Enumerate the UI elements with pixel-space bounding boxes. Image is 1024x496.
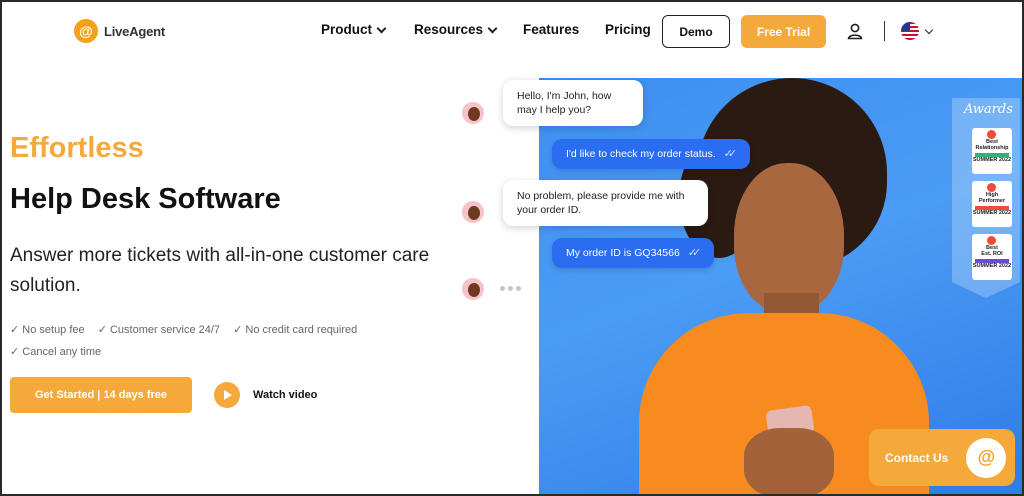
chevron-down-icon (376, 23, 387, 33)
photo-hand (744, 428, 834, 494)
award-line: Performer (978, 198, 1006, 204)
logo-mark-icon: @ (74, 19, 98, 43)
awards-title: Awards (964, 102, 1013, 117)
award-badge[interactable]: Best Relationship SUMMER 2022 (972, 128, 1012, 174)
chat-icon: @ (966, 437, 1007, 478)
nav-features[interactable]: Features (523, 22, 579, 37)
chat-bubble-agent: No problem, please provide me with your … (503, 180, 708, 226)
get-started-button[interactable]: Get Started | 14 days free (10, 377, 192, 413)
typing-indicator (500, 286, 521, 291)
awards-panel: Awards Best Relationship SUMMER 2022 Hig… (950, 98, 1022, 308)
agent-avatar (460, 199, 486, 225)
hero-subtitle: Answer more tickets with all-in-one cust… (10, 245, 430, 296)
double-check-icon: ✓✓ (723, 148, 738, 160)
language-chevron-icon[interactable] (924, 25, 934, 35)
user-icon[interactable] (846, 22, 864, 40)
nav-pricing[interactable]: Pricing (605, 22, 651, 37)
free-trial-button[interactable]: Free Trial (741, 15, 826, 48)
nav-pricing-label: Pricing (605, 22, 651, 37)
watch-video-link[interactable]: Watch video (214, 382, 317, 408)
nav-product[interactable]: Product (321, 22, 387, 37)
chat-bubble-user: My order ID is GQ34566 ✓✓ (552, 238, 714, 268)
chevron-down-icon (487, 23, 498, 33)
play-icon (214, 382, 240, 408)
watch-video-label: Watch video (253, 389, 318, 401)
hero-title: Help Desk Software (10, 183, 281, 215)
hero-title-highlight: Effortless (10, 132, 144, 164)
feature-checks: ✓ No setup fee ✓ Customer service 24/7 ✓… (10, 319, 390, 363)
logo[interactable]: @ LiveAgent (74, 19, 165, 43)
check-item: ✓ No credit card required (233, 324, 358, 336)
us-flag-icon[interactable] (901, 22, 919, 40)
chat-bubble-agent: Hello, I'm John, how may I help you? (503, 80, 643, 126)
photo-face (734, 163, 844, 313)
check-item: ✓ No setup fee (10, 324, 85, 336)
logo-text: LiveAgent (104, 23, 166, 39)
demo-button[interactable]: Demo (662, 15, 730, 48)
award-line: Relationship (975, 145, 1009, 151)
award-line: SUMMER 2022 (972, 210, 1012, 216)
site-header: @ LiveAgent Product Resources Features P… (0, 0, 1024, 62)
award-line: Est. ROI (981, 251, 1003, 257)
chat-bubble-user: I'd like to check my order status. ✓✓ (552, 139, 750, 169)
check-item: ✓ Cancel any time (10, 346, 102, 358)
award-badge[interactable]: High Performer SUMMER 2022 (972, 181, 1012, 227)
nav-product-label: Product (321, 22, 373, 37)
award-line: SUMMER 2022 (972, 157, 1012, 163)
contact-us-button[interactable]: Contact Us @ (869, 429, 1015, 486)
check-item: ✓ Customer service 24/7 (97, 324, 221, 336)
header-divider (884, 21, 885, 41)
nav-resources-label: Resources (414, 22, 484, 37)
double-check-icon: ✓✓ (687, 247, 702, 259)
agent-avatar (460, 276, 486, 302)
award-line: SUMMER 2022 (972, 263, 1012, 269)
contact-us-label: Contact Us (885, 450, 949, 465)
chat-bubble-text: I'd like to check my order status. (566, 148, 716, 160)
chat-bubble-text: My order ID is GQ34566 (566, 247, 680, 259)
nav-features-label: Features (523, 22, 580, 37)
award-badge[interactable]: Best Est. ROI SUMMER 2022 (972, 234, 1012, 280)
nav-resources[interactable]: Resources (414, 22, 498, 37)
agent-avatar (460, 100, 486, 126)
